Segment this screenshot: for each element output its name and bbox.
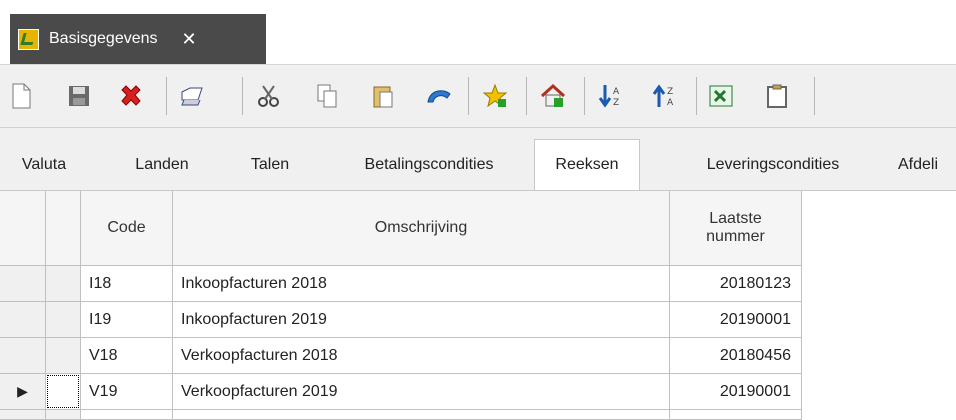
new-row-cell[interactable]: [670, 410, 802, 420]
copy-icon[interactable]: [312, 81, 342, 111]
row-selector[interactable]: [46, 374, 81, 410]
new-row-cell[interactable]: [81, 410, 173, 420]
document-tab-title: Basisgegevens: [49, 30, 158, 47]
toolbar-separator: [814, 77, 815, 115]
tab-betalingscondities[interactable]: Betalingscondities: [332, 140, 526, 190]
cell-laatste-nummer[interactable]: 20180456: [670, 338, 802, 374]
app-icon: [18, 28, 39, 50]
print-icon[interactable]: [180, 81, 210, 111]
paste-icon[interactable]: [368, 81, 398, 111]
column-header-laatste-nummer[interactable]: Laatste nummer: [670, 191, 802, 266]
focus-rectangle: [47, 375, 79, 408]
cell-code[interactable]: I19: [81, 302, 173, 338]
row-header[interactable]: [0, 302, 46, 338]
tab-reeksen[interactable]: Reeksen: [534, 139, 640, 190]
toolbar-separator: [696, 77, 697, 115]
cell-omschrijving[interactable]: Inkoopfacturen 2019: [173, 302, 670, 338]
favorite-icon[interactable]: [480, 81, 510, 111]
data-grid: Code Omschrijving Laatste nummer I18 Ink…: [0, 191, 956, 420]
excel-export-icon[interactable]: [706, 81, 736, 111]
column-header-omschrijving[interactable]: Omschrijving: [173, 191, 670, 266]
delete-icon[interactable]: [116, 81, 146, 111]
toolbar-separator: [584, 77, 585, 115]
cell-omschrijving[interactable]: Inkoopfacturen 2018: [173, 266, 670, 302]
svg-text:Z: Z: [613, 98, 619, 108]
row-selector[interactable]: [46, 266, 81, 302]
new-row-cell[interactable]: [173, 410, 670, 420]
column-header-code[interactable]: Code: [81, 191, 173, 266]
cell-omschrijving[interactable]: Verkoopfacturen 2018: [173, 338, 670, 374]
undo-icon[interactable]: [424, 81, 454, 111]
tab-leveringscondities[interactable]: Leveringscondities: [668, 140, 878, 190]
row-selector[interactable]: [46, 338, 81, 374]
cell-code[interactable]: V18: [81, 338, 173, 374]
document-tab-basisgegevens[interactable]: Basisgegevens ✕: [10, 14, 266, 64]
toolbar-separator: [166, 77, 167, 115]
content-tab-strip: Valuta Landen Talen Betalingscondities R…: [0, 128, 956, 191]
toolbar-separator: [242, 77, 243, 115]
clipboard-icon[interactable]: [762, 81, 792, 111]
tab-landen[interactable]: Landen: [118, 140, 206, 190]
tab-talen[interactable]: Talen: [230, 140, 310, 190]
save-icon[interactable]: [64, 81, 94, 111]
sort-descending-icon[interactable]: ZA: [650, 81, 680, 111]
cell-code[interactable]: V19: [81, 374, 173, 410]
svg-text:A: A: [667, 98, 674, 108]
cell-omschrijving[interactable]: Verkoopfacturen 2019: [173, 374, 670, 410]
svg-text:Z: Z: [667, 87, 673, 97]
document-tab-bar: Basisgegevens ✕: [0, 14, 956, 65]
cell-laatste-nummer[interactable]: 20180123: [670, 266, 802, 302]
row-header[interactable]: [0, 266, 46, 302]
svg-text:A: A: [613, 87, 620, 97]
sort-ascending-icon[interactable]: AZ: [596, 81, 626, 111]
row-header[interactable]: [0, 338, 46, 374]
row-selector[interactable]: [46, 302, 81, 338]
toolbar-separator: [526, 77, 527, 115]
toolbar-separator: [468, 77, 469, 115]
cell-laatste-nummer[interactable]: 20190001: [670, 374, 802, 410]
cell-code[interactable]: I18: [81, 266, 173, 302]
new-document-icon[interactable]: [6, 81, 36, 111]
tab-afdelingen[interactable]: Afdeli: [898, 140, 956, 190]
close-tab-button[interactable]: ✕: [182, 29, 197, 50]
row-selector[interactable]: [46, 410, 81, 420]
row-header-corner: [0, 191, 46, 266]
home-icon[interactable]: [538, 81, 568, 111]
current-row-indicator[interactable]: ▶: [0, 374, 46, 410]
toolbar: AZ ZA: [0, 65, 956, 128]
tab-valuta[interactable]: Valuta: [0, 140, 88, 190]
window-top: [0, 0, 956, 14]
cell-laatste-nummer[interactable]: 20190001: [670, 302, 802, 338]
column-header-line: Laatste: [709, 210, 762, 227]
row-header[interactable]: [0, 410, 46, 420]
row-selector-header: [46, 191, 81, 266]
column-header-line: nummer: [706, 228, 765, 245]
cut-icon[interactable]: [254, 81, 284, 111]
